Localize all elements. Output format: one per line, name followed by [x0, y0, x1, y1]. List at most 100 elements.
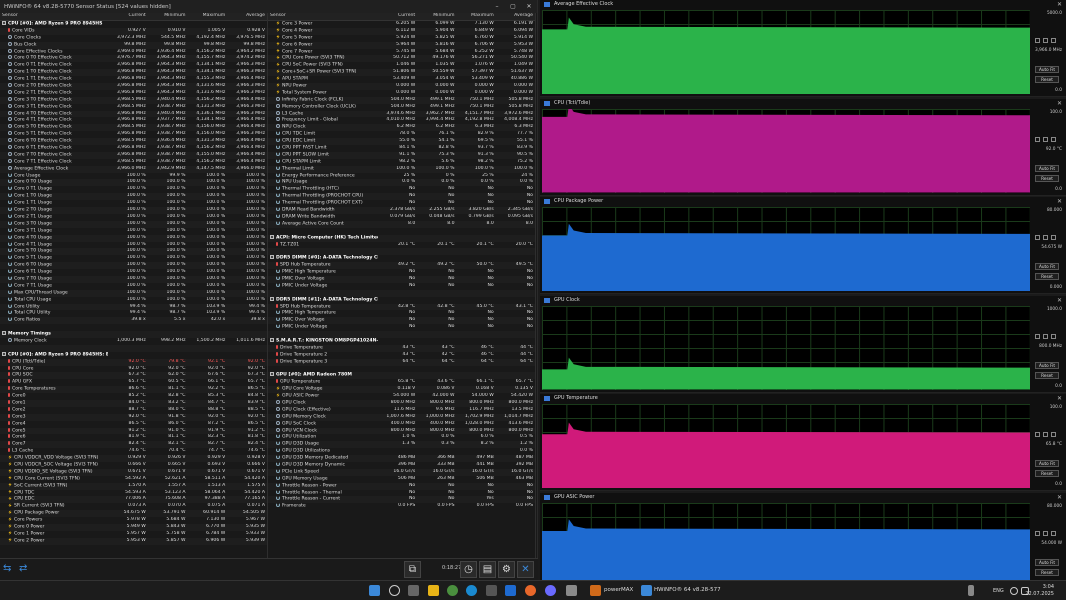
table-row[interactable]: Core+SoC+SR Power (SVI3 TFN) 51.806 W 50.5… — [268, 69, 535, 77]
table-row[interactable]: Core0 85.2 °C 82.8 °C 85.3 °C 84.8 °C — [0, 393, 267, 400]
table-row[interactable]: Core 0 T1 Effective Clock 3,966.8 MHz 3,96… — [0, 62, 267, 69]
checkbox[interactable] — [1051, 530, 1056, 536]
header-average[interactable]: Average — [227, 13, 267, 20]
table-row[interactable]: CPU Core Power (SVI3 TFN) 50.712 W 49.176 … — [268, 55, 535, 63]
graph-title-bar[interactable]: CPU (Tctl/Tdie) ✕ — [540, 99, 1066, 108]
sensor-group-header[interactable]: DDR5 DIMM [#0]: A-DATA Technology CBDAD5… — [268, 255, 535, 262]
auto-fit-button[interactable]: Auto Fit — [1035, 164, 1059, 172]
table-row[interactable]: Core 7 T1 Effective Clock 3,968.5 MHz 3,93… — [0, 158, 267, 166]
table-row[interactable]: NPU Power 0.000 W 0.000 W 0.000 W 0.000 W — [268, 83, 535, 90]
graph-title-bar[interactable]: CPU Package Power ✕ — [540, 197, 1066, 206]
table-row[interactable]: GPU Memory Clock 1,007.6 MHz 1,000.0 MHz 1,… — [268, 413, 535, 421]
checkbox[interactable] — [1043, 38, 1048, 43]
auto-fit-button[interactable]: Auto Fit — [1035, 361, 1059, 369]
table-row[interactable]: Core1 84.0 °C 83.2 °C 84.7 °C 83.9 °C — [0, 399, 267, 407]
table-row[interactable]: Drive Temperature 43 °C 43 °C 46 °C 44 °C — [268, 344, 535, 352]
table-row[interactable]: Core 1 T0 Usage 100.0 % 100.0 % 100.0 % 100.… — [0, 193, 267, 201]
table-row[interactable]: GPU Temperature 65.8 °C 43.6 °C 66.1 °C 65.7… — [268, 379, 535, 386]
checkbox[interactable] — [1043, 333, 1048, 339]
language-indicator[interactable]: ENG — [993, 588, 1004, 594]
table-row[interactable]: GPU Utilization 1.0 % 0.0 % 6.0 % 0.5 % — [268, 434, 535, 441]
header-minimum[interactable]: Minimum — [148, 13, 188, 20]
table-row[interactable]: CPU Core 92.0 °C 92.0 °C 92.0 °C 92.0 °C — [0, 365, 267, 373]
table-row[interactable]: Core 0 T0 Usage 100.0 % 100.0 % 100.0 % 100.… — [0, 179, 267, 187]
table-row[interactable]: NPU Usage 0.0 % 0.0 % 0.0 % 0.0 % — [268, 179, 535, 187]
header-average[interactable]: Average — [496, 13, 535, 20]
table-row[interactable]: Core4 86.5 °C 86.0 °C 87.2 °C 86.5 °C — [0, 420, 267, 428]
maximize-button[interactable]: ▢ — [505, 3, 521, 10]
network-icon[interactable] — [1010, 587, 1018, 595]
table-row[interactable]: Core Usage 100.0 % 99.9 % 100.0 % 100.0 % — [0, 172, 267, 180]
table-row[interactable]: CPU VDDCR_SOC Voltage (SVI3 TFN) 0.666 V 0… — [0, 462, 267, 469]
table-row[interactable]: Core Powers 5.978 W 5.684 W 7.130 W 5.967 W — [0, 517, 267, 524]
edge-icon[interactable] — [466, 585, 477, 596]
table-row[interactable]: PMIC Over Voltage No No No No — [268, 275, 535, 283]
table-row[interactable]: GPU Clock 800.0 MHz 800.0 MHz 800.0 MHz 800.… — [268, 399, 535, 407]
auto-fit-button[interactable]: Auto Fit — [1035, 66, 1059, 73]
reset-button[interactable]: Reset — [1035, 273, 1059, 280]
table-row[interactable]: Core 4 T0 Effective Clock 3,966.8 MHz 3,94… — [0, 110, 267, 118]
table-row[interactable]: Core Temperatures 86.6 °C 81.1 °C 92.2 °C 86… — [0, 386, 267, 394]
reset-button[interactable]: Reset — [1035, 371, 1059, 379]
graph-title-bar[interactable]: Average Effective Clock ✕ — [540, 0, 1066, 9]
table-row[interactable]: Core2 88.7 °C 88.0 °C 88.8 °C 88.5 °C — [0, 406, 267, 414]
close-icon[interactable]: ✕ — [1057, 296, 1062, 305]
table-row[interactable]: Core 0 T0 Effective Clock 3,976.7 MHz 3,96… — [0, 55, 267, 63]
close-icon[interactable]: ✕ — [517, 561, 534, 578]
table-row[interactable]: SR Current (SVI3 TFN) 0.073 A 0.070 A 0.075… — [0, 503, 267, 510]
table-row[interactable]: SPD Hub Temperature 49.2 °C 49.2 °C 50.0 °C… — [268, 262, 535, 270]
graph-title-bar[interactable]: GPU ASIC Power ✕ — [540, 493, 1066, 502]
table-row[interactable]: Memory Controller Clock (UCLK) 504.0 MHz 4… — [268, 103, 535, 111]
title-bar[interactable]: HWiNFO® 64 v8.28-5770 Sensor Status [524… — [0, 0, 537, 13]
table-row[interactable]: PMIC Over Voltage No No No No — [268, 317, 535, 325]
table-row[interactable]: Core 4 T1 Effective Clock 3,966.8 MHz 3,93… — [0, 117, 267, 124]
table-row[interactable]: CPU SOC 67.3 °C 62.0 °C 67.6 °C 67.3 °C — [0, 372, 267, 380]
app-icon[interactable] — [545, 585, 556, 596]
checkbox[interactable] — [1043, 136, 1048, 142]
table-row[interactable]: CPU PPT SLOW Limit 91.1 % 75.3 % 91.3 % 90.5… — [268, 151, 535, 159]
table-row[interactable]: Core 3 T0 Usage 100.0 % 100.0 % 100.0 % 100.… — [0, 220, 267, 228]
table-row[interactable]: PCIe Link Speed 16.0 GT/s 16.0 GT/s 16.0 GT… — [268, 468, 535, 476]
mail-icon[interactable] — [505, 585, 516, 596]
table-row[interactable]: GPU Memory Usage 506 MB 263 MB 506 MB 463 MB — [268, 475, 535, 483]
table-row[interactable]: PMIC High Temperature No No No No — [268, 269, 535, 276]
table-row[interactable]: Total CPU Utility 99.4 % 98.7 % 103.9 % 99.4… — [0, 310, 267, 317]
checkbox[interactable] — [1035, 432, 1040, 437]
table-row[interactable]: Core 2 T1 Usage 100.0 % 100.0 % 100.0 % 100.… — [0, 213, 267, 221]
table-row[interactable]: GPU D3D Memory Dynamic 396 MB 333 MB 441 MB… — [268, 462, 535, 469]
task-view-icon[interactable] — [408, 585, 419, 596]
checkbox[interactable] — [1051, 432, 1056, 437]
table-row[interactable]: PMIC Under Voltage No No No No — [268, 282, 535, 290]
table-row[interactable]: Core 6 T1 Effective Clock 3,966.8 MHz 3,93… — [0, 145, 267, 152]
table-row[interactable]: Core 3 Power 6.205 W 6.099 W 7.130 W 6.191 W — [268, 21, 535, 28]
hwinfo-taskbar-label[interactable]: HWiNFO® 64 v8.28-577 — [654, 587, 721, 593]
graph-window[interactable]: CPU Package Power ✕ 80.000 54.675 W Auto Fit… — [540, 197, 1066, 294]
powermax-icon[interactable] — [590, 585, 601, 596]
table-row[interactable]: Drive Temperature 2 43 °C 42 °C 46 °C 44 °C — [268, 351, 535, 359]
sensor-group-header[interactable]: Memory Timings — [0, 331, 267, 338]
table-row[interactable]: CPU EDC Limit 55.0 % 54.1 % 69.5 % 55.1 % — [268, 138, 535, 146]
graph-title-bar[interactable]: GPU Temperature ✕ — [540, 394, 1066, 403]
table-row[interactable]: Max CPU/Thread Usage 100.0 % 100.0 % 100.0 … — [0, 289, 267, 297]
header-current[interactable]: Current — [108, 13, 148, 20]
table-row[interactable]: NPU Clock 6.2 MHz 6.2 MHz 6.3 MHz 6.3 MHz — [268, 124, 535, 132]
arrow-left-right-icon[interactable]: ⇆ — [3, 563, 17, 575]
table-row[interactable]: Core Effective Clocks 3,969.0 MHz 3,936.4 … — [0, 48, 267, 56]
file-explorer-icon[interactable] — [428, 585, 439, 596]
checkbox[interactable] — [1035, 235, 1040, 240]
table-row[interactable]: Average Active Core Count 8.0 8.0 8.0 8.0 — [268, 220, 535, 228]
graph-window[interactable]: GPU Clock ✕ 1000.0 800.0 MHz Auto Fit Reset 0.… — [540, 295, 1066, 393]
powermax-taskbar-label[interactable]: powerMAX — [604, 587, 633, 593]
arrow-left-right-icon[interactable]: ⇄ — [19, 563, 33, 575]
table-row[interactable]: GPU Clock (Effective) 11.6 MHz 9.6 MHz 116.… — [268, 406, 535, 414]
table-row[interactable]: Core Ratios 39.8 x 5.5 x 42.0 x 39.8 x — [0, 317, 267, 325]
checkbox[interactable] — [1043, 432, 1048, 437]
tray-chevron-icon[interactable] — [968, 585, 974, 596]
table-row[interactable]: Core 2 T0 Effective Clock 3,966.8 MHz 3,96… — [0, 83, 267, 90]
layout-icon[interactable]: ⧉ — [404, 561, 421, 578]
checkbox[interactable] — [1035, 530, 1040, 536]
table-row[interactable]: Core 2 T0 Usage 100.0 % 100.0 % 100.0 % 100.… — [0, 207, 267, 214]
table-row[interactable]: Core 6 T0 Usage 100.0 % 100.0 % 100.0 % 100.… — [0, 262, 267, 270]
table-row[interactable]: Core 7 T0 Usage 100.0 % 100.0 % 100.0 % 100.… — [0, 275, 267, 283]
table-row[interactable]: CPU Package Power 54.675 W 53.791 W 60.914 … — [0, 510, 267, 518]
